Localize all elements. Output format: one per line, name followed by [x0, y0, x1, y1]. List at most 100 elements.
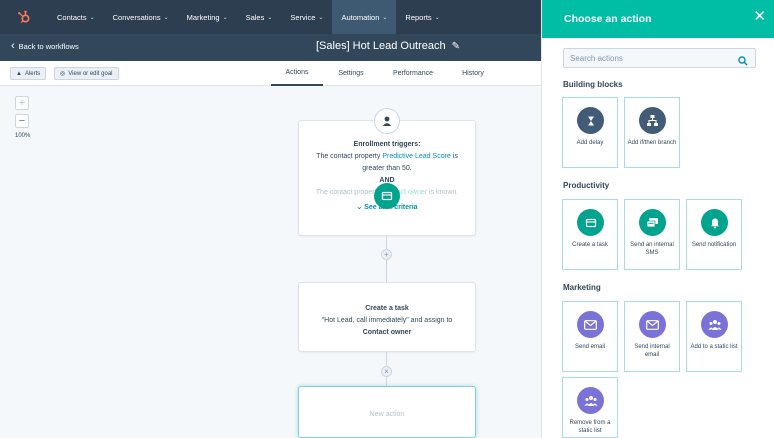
nav-reports[interactable]: Reports ⌄ [396, 0, 448, 34]
task-icon [577, 209, 604, 236]
nav-sales-label: Sales [245, 12, 265, 22]
add-action-plus-button[interactable]: + [381, 249, 392, 260]
workflow-subbar: ▲ Alerts ◎ View or edit goal Actions Set… [0, 61, 541, 86]
zoom-in-button[interactable]: + [15, 96, 29, 110]
people-icon [701, 311, 728, 338]
zoom-level: 100% [15, 133, 31, 139]
search-actions-input[interactable] [563, 48, 756, 68]
action-send-email[interactable]: Send email [562, 301, 618, 372]
alerts-label: Alerts [24, 70, 41, 77]
property-link[interactable]: Predictive Lead Score [382, 153, 450, 160]
enrollment-criteria-1b: greater than 50. [362, 165, 412, 172]
hubspot-logo-icon[interactable] [0, 0, 48, 34]
chevron-down-icon: ⌄ [222, 14, 228, 21]
close-action-button[interactable]: × [381, 366, 392, 377]
section-heading-building-blocks: Building blocks [563, 80, 623, 89]
nav-marketing[interactable]: Marketing ⌄ [178, 0, 237, 34]
alerts-button[interactable]: ▲ Alerts [10, 67, 47, 80]
task-card-desc: "Hot Lead, call immediately" and assign … [321, 317, 453, 324]
nav-service-label: Service [290, 12, 316, 22]
action-send-internal-email[interactable]: Send internal email [624, 301, 680, 372]
action-add-if-then-branch[interactable]: Add if/then branch [624, 97, 680, 168]
tab-settings-label: Settings [338, 70, 364, 77]
nav-reports-label: Reports [405, 12, 432, 22]
action-label: Send email [574, 344, 606, 350]
workflow-canvas[interactable]: + − 100% Enrollment triggers: The contac… [0, 86, 541, 438]
workflow-title-text: [Sales] Hot Lead Outreach [316, 40, 446, 52]
zoom-out-button[interactable]: − [15, 114, 29, 128]
chevron-down-icon: ⌄ [382, 14, 388, 21]
panel-title: Choose an action [564, 13, 652, 25]
workflow-title[interactable]: [Sales] Hot Lead Outreach ✎ [316, 40, 460, 52]
create-task-card[interactable]: Create a task "Hot Lead, call immediatel… [298, 282, 476, 352]
close-icon[interactable]: ✕ [753, 9, 766, 24]
criteria-text: is known. [429, 189, 459, 196]
enrollment-trigger-card[interactable]: Enrollment triggers: The contact propert… [298, 120, 476, 236]
chevron-down-icon: ⌄ [318, 14, 324, 21]
action-label: Add if/then branch [627, 140, 677, 146]
back-to-workflows-link[interactable]: ‹ Back to workflows [11, 41, 79, 52]
action-create-task[interactable]: Create a task [562, 199, 618, 270]
action-remove-from-static-list[interactable]: Remove from a static list [562, 377, 618, 438]
action-label: Remove from a static list [569, 420, 611, 434]
nav-conversations-label: Conversations [112, 12, 161, 22]
action-send-notification[interactable]: Send notification [686, 199, 742, 270]
tab-actions[interactable]: Actions [271, 61, 323, 86]
nav-service[interactable]: Service ⌄ [281, 0, 332, 34]
enrollment-title: Enrollment triggers: [353, 141, 421, 148]
enrollment-criteria-1: The contact property Predictive Lead Sco… [299, 151, 475, 163]
bell-icon [701, 209, 728, 236]
action-send-internal-sms[interactable]: Send an internal SMS [624, 199, 680, 270]
tab-performance-label: Performance [392, 70, 434, 77]
chevron-down-icon: ⌄ [267, 14, 273, 21]
criteria-text: The contact property [316, 153, 381, 160]
tab-performance[interactable]: Performance [383, 61, 443, 86]
tab-history-label: History [462, 70, 484, 77]
back-label: Back to workflows [18, 42, 79, 51]
choose-action-panel: Choose an action ✕ Building blocks Add d… [541, 0, 774, 438]
chevron-down-icon: ⌄ [434, 14, 440, 21]
action-label: Add to a static list [690, 344, 738, 350]
sms-icon [639, 209, 666, 236]
search-icon[interactable] [738, 53, 748, 71]
task-icon [374, 183, 400, 209]
nav-sales[interactable]: Sales ⌄ [237, 0, 282, 34]
chevron-down-icon: ⌄ [89, 14, 95, 21]
action-label: Send internal email [634, 344, 670, 358]
nav-automation[interactable]: Automation ⌄ [332, 0, 397, 34]
section-heading-productivity: Productivity [563, 181, 610, 190]
nav-automation-label: Automation [341, 12, 380, 22]
person-icon [374, 108, 400, 134]
action-label: Create a task [572, 242, 608, 248]
top-navigation: Contacts ⌄ Conversations ⌄ Marketing ⌄ Sale… [0, 0, 541, 34]
nav-marketing-label: Marketing [186, 12, 220, 22]
nav-conversations[interactable]: Conversations ⌄ [104, 0, 178, 34]
action-label: Add delay [576, 140, 604, 146]
action-add-to-static-list[interactable]: Add to a static list [686, 301, 742, 372]
nav-contacts-label: Contacts [57, 12, 87, 22]
action-add-delay[interactable]: Add delay [562, 97, 618, 168]
warning-icon: ▲ [16, 70, 22, 77]
chevron-down-icon: ⌄ [356, 204, 363, 211]
new-action-placeholder[interactable]: New action [298, 386, 476, 438]
nav-contacts[interactable]: Contacts ⌄ [48, 0, 104, 34]
envelope-icon [577, 311, 604, 338]
criteria-text: The contact property [315, 189, 380, 196]
target-icon: ◎ [60, 71, 66, 77]
panel-header: Choose an action ✕ [542, 0, 774, 38]
chevron-down-icon: ⌄ [163, 14, 169, 21]
envelope-icon [639, 311, 666, 338]
action-label: Send an internal SMS [630, 242, 674, 256]
section-heading-marketing: Marketing [563, 283, 601, 292]
people-icon [577, 387, 604, 414]
hourglass-icon [577, 107, 604, 134]
workflow-header: ‹ Back to workflows [Sales] Hot Lead Out… [0, 34, 541, 61]
pencil-icon[interactable]: ✎ [452, 41, 460, 52]
tab-history[interactable]: History [453, 61, 493, 86]
task-card-title: Create a task [365, 305, 409, 312]
branch-icon [639, 107, 666, 134]
tab-settings[interactable]: Settings [328, 61, 374, 86]
criteria-text: is [452, 153, 458, 160]
view-edit-goal-button[interactable]: ◎ View or edit goal [54, 67, 119, 80]
action-label: Send notification [691, 242, 737, 248]
